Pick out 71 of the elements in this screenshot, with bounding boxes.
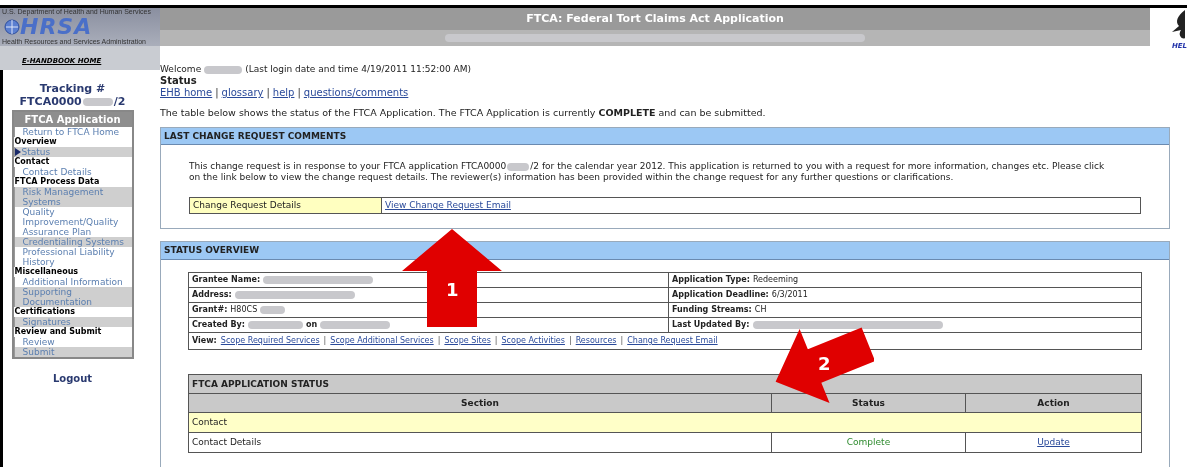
tracking-label: Tracking #	[39, 82, 106, 95]
link-separator: |	[323, 335, 327, 347]
view-link[interactable]: Scope Required Services	[220, 333, 320, 349]
window-title: FTCA: Federal Tort Claims Act Application	[160, 8, 1150, 30]
field-label: Application Type:	[672, 274, 750, 286]
logout-link[interactable]: Logout	[52, 371, 93, 386]
link-separator: |	[568, 335, 572, 347]
status-cell: Complete	[772, 433, 966, 452]
change-request-text: This change request is in response to your FTCA application FTCA0000 /2 for the calendar year 2012. This application is returned to you with a request for more information, changes etc. Please click on the link below to view the change request details. The reviewer(s) information has been provided within the change request for any further questions or clarifications.	[189, 161, 1106, 183]
view-link[interactable]: Scope Activities	[501, 333, 565, 349]
table-title: FTCA APPLICATION STATUS	[189, 375, 1141, 394]
annotation-number: 2	[818, 352, 831, 376]
redacted-text	[507, 162, 530, 171]
field-value: H80CS	[230, 304, 258, 316]
last-login-text: (Last login date and time 4/19/2011 11:52:00 AM)	[245, 64, 471, 75]
field-label: Grant#:	[192, 304, 228, 316]
redacted-text	[82, 97, 113, 106]
view-link[interactable]: Scope Additional Services	[330, 333, 434, 349]
menu-heading: Overview	[13, 137, 58, 147]
field-label: Funding Streams:	[672, 304, 752, 316]
link-separator: |	[266, 86, 270, 99]
group-row: Contact	[189, 413, 1141, 433]
field-label: View:	[192, 335, 217, 347]
field-label: Created By:	[192, 319, 245, 331]
field-value: Redeeming	[752, 274, 799, 286]
update-link[interactable]: Update	[1037, 437, 1070, 447]
tracking-number: /2	[113, 95, 126, 108]
annotation-number: 1	[446, 278, 459, 302]
welcome-text: Welcome	[160, 64, 202, 75]
link-separator: |	[620, 335, 624, 347]
link-separator: |	[437, 335, 441, 347]
field-label: Application Deadline:	[672, 289, 769, 301]
table-cell: Contact Details	[189, 433, 772, 452]
panel-header: LAST CHANGE REQUEST COMMENTS	[161, 128, 1169, 145]
panel-header: STATUS OVERVIEW	[161, 242, 1169, 260]
field-label: Change Request Details	[190, 198, 382, 213]
intro-text: The table below shows the status of the FTCA Application. The FTCA Application is currently COMPLETE and can be submitted.	[160, 107, 767, 119]
redacted-text	[204, 65, 243, 74]
menu-heading: Miscellaneous	[13, 267, 80, 277]
menu-heading: FTCA Process Data	[13, 177, 101, 187]
field-value: CH	[754, 304, 767, 316]
field-label: Address:	[192, 289, 232, 301]
nav-link[interactable]: questions/comments	[303, 86, 409, 99]
view-link[interactable]: Resources	[575, 333, 617, 349]
link-separator: |	[297, 86, 301, 99]
change-request-link[interactable]: View Change Request Email	[382, 198, 514, 213]
link-separator: |	[494, 335, 498, 347]
nav-link[interactable]: EHB home	[160, 86, 213, 99]
menu-heading: Review and Submit	[13, 327, 103, 337]
menu-heading: Contact	[13, 157, 51, 167]
redacted-text	[260, 306, 286, 314]
nav-link[interactable]: glossary	[221, 86, 264, 99]
globe-icon	[4, 19, 20, 35]
field-value: 6/3/2011	[771, 289, 808, 301]
redacted-text	[247, 321, 303, 329]
page-title: Status	[160, 75, 198, 86]
menu-heading: Certifications	[13, 307, 76, 317]
view-link[interactable]: Change Request Email	[627, 333, 718, 349]
redacted-text	[320, 321, 391, 329]
column-header: Action	[1036, 397, 1071, 410]
hrsa-logo: HRSA	[20, 16, 93, 38]
tracking-number: FTCA0000	[19, 95, 82, 108]
view-link[interactable]: Scope Sites	[444, 333, 491, 349]
link-separator: |	[215, 86, 219, 99]
current-page-icon	[14, 147, 21, 156]
field-label: Last Updated By:	[672, 319, 750, 331]
column-header: Section	[189, 394, 772, 412]
field-label: Grantee Name:	[192, 274, 261, 286]
nav-link[interactable]: help	[272, 86, 295, 99]
field-label: on	[305, 319, 318, 331]
menu-title: FTCA Application	[13, 112, 132, 127]
